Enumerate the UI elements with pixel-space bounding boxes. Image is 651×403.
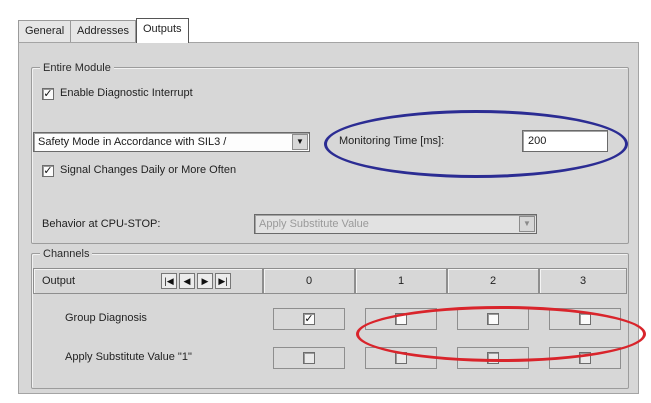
- monitoring-time-value: 200: [528, 135, 547, 147]
- apply-substitute-cell-3: [549, 347, 621, 369]
- check-mark-icon: ✓: [43, 88, 53, 100]
- monitoring-time-input[interactable]: 200: [522, 130, 608, 152]
- group-diagnosis-label: Group Diagnosis: [65, 312, 147, 324]
- next-page-icon[interactable]: ▶: [197, 273, 213, 289]
- signal-changes-label: Signal Changes Daily or More Often: [60, 164, 237, 176]
- channels-group: Channels Output |◀ ◀ ▶ ▶| 0 1 2 3 Group …: [31, 248, 629, 389]
- entire-module-title: Entire Module: [40, 62, 114, 74]
- group-diagnosis-checkbox-2[interactable]: [487, 313, 499, 325]
- behavior-cpu-stop-label: Behavior at CPU-STOP:: [42, 218, 161, 230]
- channel-header-3: 3: [539, 268, 627, 294]
- monitoring-time-label: Monitoring Time [ms]:: [339, 135, 445, 147]
- group-diagnosis-checkbox-3[interactable]: [579, 313, 591, 325]
- group-diagnosis-checkbox-0[interactable]: ✓: [303, 313, 315, 325]
- safety-mode-select[interactable]: Safety Mode in Accordance with SIL3 / ▼: [33, 132, 310, 152]
- channel-header-1: 1: [355, 268, 447, 294]
- outputs-panel: Entire Module ✓ Enable Diagnostic Interr…: [18, 42, 639, 394]
- channels-title: Channels: [40, 248, 93, 260]
- tab-addresses[interactable]: Addresses: [70, 20, 136, 42]
- previous-page-icon[interactable]: ◀: [179, 273, 195, 289]
- signal-changes-checkbox[interactable]: ✓: [42, 165, 54, 177]
- apply-substitute-cell-2: [457, 347, 529, 369]
- safety-mode-value: Safety Mode in Accordance with SIL3 /: [38, 136, 227, 148]
- apply-substitute-value-label: Apply Substitute Value "1": [65, 351, 192, 363]
- apply-substitute-checkbox-1[interactable]: [395, 352, 407, 364]
- apply-substitute-cell-1: [365, 347, 437, 369]
- output-header-label: Output: [42, 275, 76, 287]
- group-diagnosis-checkbox-1[interactable]: [395, 313, 407, 325]
- enable-diagnostic-interrupt-label: Enable Diagnostic Interrupt: [60, 87, 193, 99]
- check-mark-icon: ✓: [43, 165, 53, 177]
- chevron-down-icon[interactable]: ▼: [292, 134, 308, 150]
- check-mark-icon: ✓: [304, 313, 314, 325]
- group-diagnosis-cell-0: ✓: [273, 308, 345, 330]
- last-page-icon[interactable]: ▶|: [215, 273, 231, 289]
- apply-substitute-checkbox-0[interactable]: [303, 352, 315, 364]
- apply-substitute-cell-0: [273, 347, 345, 369]
- group-diagnosis-cell-2: [457, 308, 529, 330]
- output-header: Output |◀ ◀ ▶ ▶|: [33, 268, 263, 294]
- channel-header-0: 0: [263, 268, 355, 294]
- channel-header-2: 2: [447, 268, 539, 294]
- first-page-icon[interactable]: |◀: [161, 273, 177, 289]
- outputs-properties-dialog: General Addresses Outputs Entire Module …: [0, 0, 651, 403]
- chevron-down-icon[interactable]: ▼: [519, 216, 535, 232]
- group-diagnosis-cell-3: [549, 308, 621, 330]
- apply-substitute-checkbox-3[interactable]: [579, 352, 591, 364]
- enable-diagnostic-interrupt-checkbox[interactable]: ✓: [42, 88, 54, 100]
- behavior-cpu-stop-value: Apply Substitute Value: [259, 218, 369, 230]
- tab-general[interactable]: General: [18, 20, 72, 42]
- entire-module-group: Entire Module ✓ Enable Diagnostic Interr…: [31, 62, 629, 244]
- behavior-cpu-stop-select[interactable]: Apply Substitute Value ▼: [254, 214, 537, 234]
- tab-outputs[interactable]: Outputs: [136, 18, 189, 43]
- group-diagnosis-cell-1: [365, 308, 437, 330]
- apply-substitute-checkbox-2[interactable]: [487, 352, 499, 364]
